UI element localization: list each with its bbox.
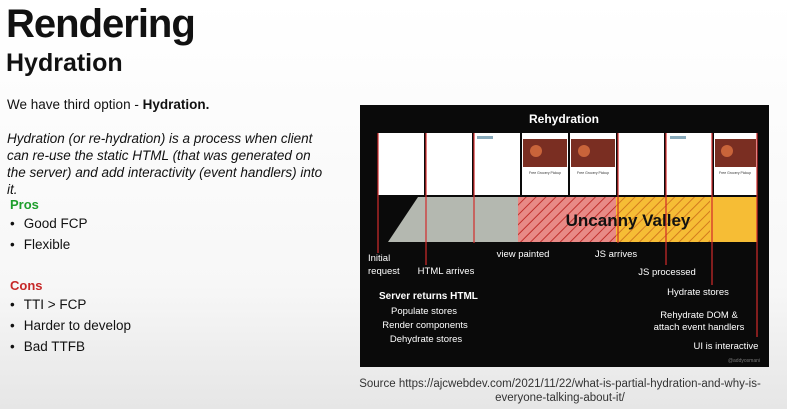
- label-hydrate-stores: Hydrate stores: [667, 287, 729, 298]
- cons-item: Bad TTFB: [8, 336, 131, 357]
- label-js-arrives: JS arrives: [595, 249, 637, 260]
- rehydration-diagram: Rehydration Uncanny Valley Free Grocery …: [360, 105, 769, 367]
- pros-list: Good FCP Flexible: [8, 213, 88, 255]
- diagram-credit: @addyosmani: [728, 358, 760, 364]
- frame-blank-3: [618, 133, 664, 195]
- label-dehydrate-stores: Dehydrate stores: [390, 334, 463, 345]
- label-rehydrate-dom-1: Rehydrate DOM &: [660, 310, 738, 321]
- cons-item: Harder to develop: [8, 315, 131, 336]
- pros-item: Good FCP: [8, 213, 88, 234]
- diagram-title: Rehydration: [529, 112, 599, 126]
- screenshot-frames: Free Grocery Pickup Free Grocery Pickup …: [378, 133, 757, 195]
- label-html-arrives: HTML arrives: [418, 266, 475, 277]
- pros-item: Flexible: [8, 234, 88, 255]
- frame-header: [474, 133, 520, 195]
- frame-figure-1: [530, 145, 542, 157]
- frame-image-2: [571, 139, 615, 167]
- cons-item: TTI > FCP: [8, 294, 131, 315]
- hydration-description: Hydration (or re-hydration) is a process…: [7, 131, 323, 197]
- slide-subtitle: Hydration: [6, 49, 123, 77]
- label-initial-request-2: request: [368, 266, 400, 277]
- label-initial-request-1: Initial: [368, 253, 390, 264]
- cons-list: TTI > FCP Harder to develop Bad TTFB: [8, 294, 131, 357]
- uncanny-valley-label: Uncanny Valley: [566, 211, 691, 230]
- frame-figure-2: [578, 145, 590, 157]
- label-rehydrate-dom-2: attach event handlers: [654, 322, 745, 333]
- intro-prefix: We have third option -: [7, 97, 143, 112]
- band-yellow: [710, 197, 757, 242]
- frame-text-2: Free Grocery Pickup: [577, 171, 609, 175]
- label-view-painted: view painted: [497, 249, 550, 260]
- cons-heading: Cons: [10, 278, 43, 293]
- frame-blank-4: [666, 133, 712, 195]
- frame-image-1: [523, 139, 567, 167]
- frame-header-bar-2: [670, 136, 686, 139]
- rehydration-diagram-svg: Rehydration Uncanny Valley Free Grocery …: [368, 112, 760, 364]
- label-server-returns-html: Server returns HTML: [379, 291, 478, 302]
- frame-text-3: Free Grocery Pickup: [719, 171, 751, 175]
- frame-figure-3: [721, 145, 733, 157]
- frame-blank-1: [378, 133, 424, 195]
- label-render-components: Render components: [382, 320, 468, 331]
- pros-heading: Pros: [10, 197, 39, 212]
- slide-title: Rendering: [6, 2, 196, 46]
- frame-text-1: Free Grocery Pickup: [529, 171, 561, 175]
- label-js-processed: JS processed: [638, 267, 696, 278]
- frame-blank-2: [426, 133, 472, 195]
- label-ui-interactive: UI is interactive: [694, 341, 759, 352]
- band-gray: [388, 197, 518, 242]
- frame-header-bar: [477, 136, 493, 139]
- source-citation: Source https://ajcwebdev.com/2021/11/22/…: [359, 378, 761, 404]
- intro-text: We have third option - Hydration.: [7, 97, 209, 112]
- label-populate-stores: Populate stores: [391, 306, 457, 317]
- frame-image-3: [715, 139, 756, 167]
- intro-bold: Hydration.: [142, 97, 210, 112]
